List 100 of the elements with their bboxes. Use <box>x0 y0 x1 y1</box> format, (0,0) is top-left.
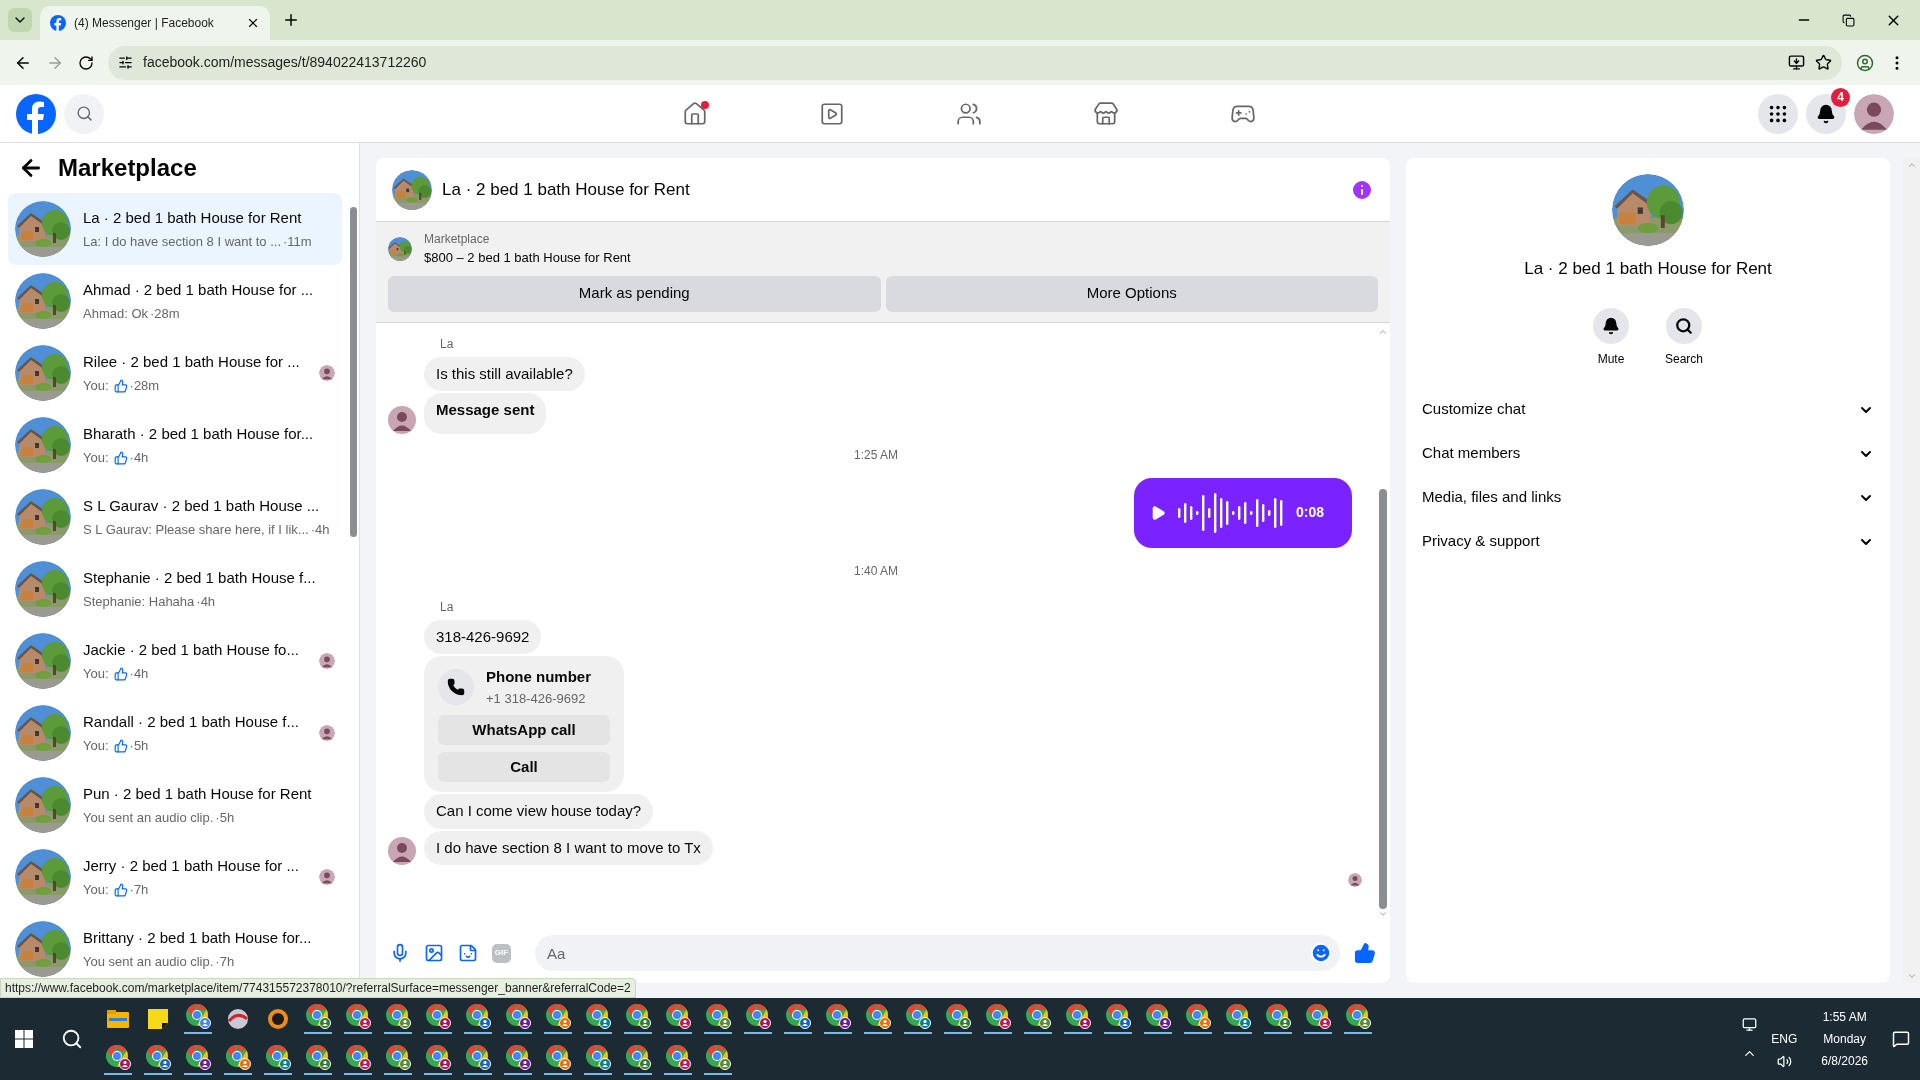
conversation-item[interactable]: Jerry · 2 bed 1 bath House for ... You: ·7h <box>8 841 342 913</box>
microphone-icon[interactable] <box>390 943 410 963</box>
logo-icon[interactable] <box>50 15 66 31</box>
listing-action-button[interactable]: Mark as pending <box>388 275 881 312</box>
message-time: ·28m <box>129 377 160 395</box>
notifications-icon[interactable] <box>1892 1030 1910 1048</box>
audio-message[interactable]: 0:08 <box>1134 477 1352 548</box>
notifications-button[interactable] <box>1806 93 1846 134</box>
message-preview: You: <box>83 665 109 683</box>
conversation-item[interactable]: Randall · 2 bed 1 bath House f... You: ·5h <box>8 697 342 769</box>
message-input[interactable]: Aa <box>535 935 1340 971</box>
search-icon <box>1675 316 1693 335</box>
install-icon[interactable] <box>1788 54 1805 71</box>
new-tab-icon[interactable] <box>282 11 300 29</box>
browser-tab[interactable]: (4) Messenger | Facebook <box>40 6 270 40</box>
message-time: ·4h <box>129 665 149 683</box>
card-action-button[interactable]: WhatsApp call <box>438 715 610 745</box>
message-time: ·5h <box>215 809 235 827</box>
conversation-item[interactable]: Rilee · 2 bed 1 bath House for ... You: ·28m <box>8 337 342 409</box>
like-icon <box>113 378 128 393</box>
conversation-item[interactable]: Jackie · 2 bed 1 bath House fo... You: ·4h <box>8 625 342 697</box>
site-info-icon[interactable] <box>118 55 133 70</box>
notification-badge: 4 <box>1831 87 1850 107</box>
conversation-item[interactable]: Pun · 2 bed 1 bath House for Rent You sent an audio clip.·5h <box>8 769 342 841</box>
message-time: ·4h <box>310 521 330 539</box>
conversation-title: Rilee · 2 bed 1 bath House for ... <box>83 351 301 372</box>
details-section[interactable]: Privacy & support <box>1422 519 1874 564</box>
details-section[interactable]: Media, files and links <box>1422 475 1874 520</box>
menu-button[interactable] <box>1758 93 1798 134</box>
sticker-icon[interactable] <box>458 943 478 963</box>
avatar <box>1348 873 1362 887</box>
search-icon <box>61 1028 83 1050</box>
timestamp: 1:25 AM <box>854 446 898 464</box>
conversation-title: Ahmad · 2 bed 1 bath House for ... <box>83 279 315 300</box>
conversation-item[interactable]: La · 2 bed 1 bath House for Rent La: I do have section 8 I want to ...·11m <box>8 193 342 265</box>
close-tab-icon[interactable] <box>246 16 260 30</box>
card-action-button[interactable]: Call <box>438 752 610 782</box>
conversation-title: Pun · 2 bed 1 bath House for Rent <box>83 783 313 804</box>
address-bar[interactable]: facebook.com/messages/t/894022413712260 <box>108 45 1842 80</box>
profile-icon[interactable] <box>1856 53 1874 72</box>
language-indicator[interactable]: ENG <box>1771 1029 1798 1048</box>
avatar <box>319 653 335 669</box>
message-preview: S L Gaurav: Please share here, if I lik... <box>83 521 309 539</box>
scrollbar[interactable] <box>1379 489 1387 909</box>
avatar <box>388 837 416 865</box>
conversation-title: Jackie · 2 bed 1 bath House fo... <box>83 639 300 660</box>
avatar <box>319 725 335 741</box>
details-section[interactable]: Chat members <box>1422 431 1874 476</box>
avatar <box>1854 93 1894 134</box>
card-title: Phone number <box>486 667 591 687</box>
like-icon <box>113 738 128 753</box>
emoji-icon[interactable] <box>1310 942 1332 964</box>
windows-logo-icon <box>15 1030 33 1048</box>
conversation-item[interactable]: Stephanie · 2 bed 1 bath House f... Stephanie: Hahaha·4h <box>8 553 342 625</box>
message-preview: Ahmad: Ok <box>83 305 149 323</box>
listing-title: $800 – 2 bed 1 bath House for Rent <box>424 249 631 267</box>
timestamp: 1:40 AM <box>854 562 898 580</box>
details-title: La · 2 bed 1 bath House for Rent <box>1524 258 1772 280</box>
conversation-item[interactable]: Ahmad · 2 bed 1 bath House for ... Ahmad: Ok·28m <box>8 265 342 337</box>
message-preview: You sent an audio clip. <box>83 953 214 971</box>
phone-icon <box>438 669 474 705</box>
conversation-item[interactable]: S L Gaurav · 2 bed 1 bath House ... S L Gaurav: Please share here, if I lik...·4h <box>8 481 342 553</box>
network-icon[interactable] <box>1742 1017 1758 1032</box>
message-bubble: 318-426-9692 <box>424 619 542 654</box>
message-preview: Stephanie: Hahaha <box>83 593 195 611</box>
avatar <box>319 869 335 885</box>
tab-list-button[interactable] <box>8 8 32 32</box>
clock[interactable]: 1:55 AM Monday 6/8/2026 <box>1811 1008 1878 1070</box>
scrollbar[interactable] <box>350 207 357 537</box>
details-section[interactable]: Customize chat <box>1422 387 1874 432</box>
play-icon[interactable] <box>1150 504 1166 521</box>
conversation-title: Bharath · 2 bed 1 bath House for... <box>83 423 315 444</box>
message-time: ·7h <box>215 953 235 971</box>
message-preview: You: <box>83 737 109 755</box>
reload-icon[interactable] <box>78 54 94 71</box>
volume-icon[interactable] <box>1776 1053 1792 1069</box>
home-icon <box>681 100 708 127</box>
search-icon <box>75 105 93 122</box>
message-time: ·28m <box>150 305 180 323</box>
conversation-title: S L Gaurav · 2 bed 1 bath House ... <box>83 495 321 516</box>
like-icon <box>113 882 128 897</box>
conversation-item[interactable]: Bharath · 2 bed 1 bath House for... You: ·4h <box>8 409 342 481</box>
message-preview: You sent an audio clip. <box>83 809 214 827</box>
restore-icon[interactable] <box>1842 13 1855 27</box>
listing-action-button[interactable]: More Options <box>885 275 1378 312</box>
image-icon[interactable] <box>424 943 444 963</box>
message-bubble: I do have section 8 I want to move to Tx <box>424 830 713 865</box>
sender-name: La <box>440 336 454 351</box>
message-bubble: Is this still available? <box>424 356 585 391</box>
sender-name: La <box>440 599 454 614</box>
conversation-title: La · 2 bed 1 bath House for Rent <box>83 207 303 228</box>
bookmark-icon[interactable] <box>1815 54 1832 71</box>
message-time: ·7h <box>129 881 149 899</box>
like-icon[interactable] <box>1354 942 1376 964</box>
message-time: ·4h <box>129 449 149 467</box>
phone-number: +1 318-426-9692 <box>486 689 587 708</box>
logo-icon[interactable] <box>16 93 56 134</box>
conversation-title: Brittany · 2 bed 1 bath House for... <box>83 927 313 948</box>
bell-icon <box>1602 316 1620 335</box>
message-time: ·4h <box>196 593 216 611</box>
